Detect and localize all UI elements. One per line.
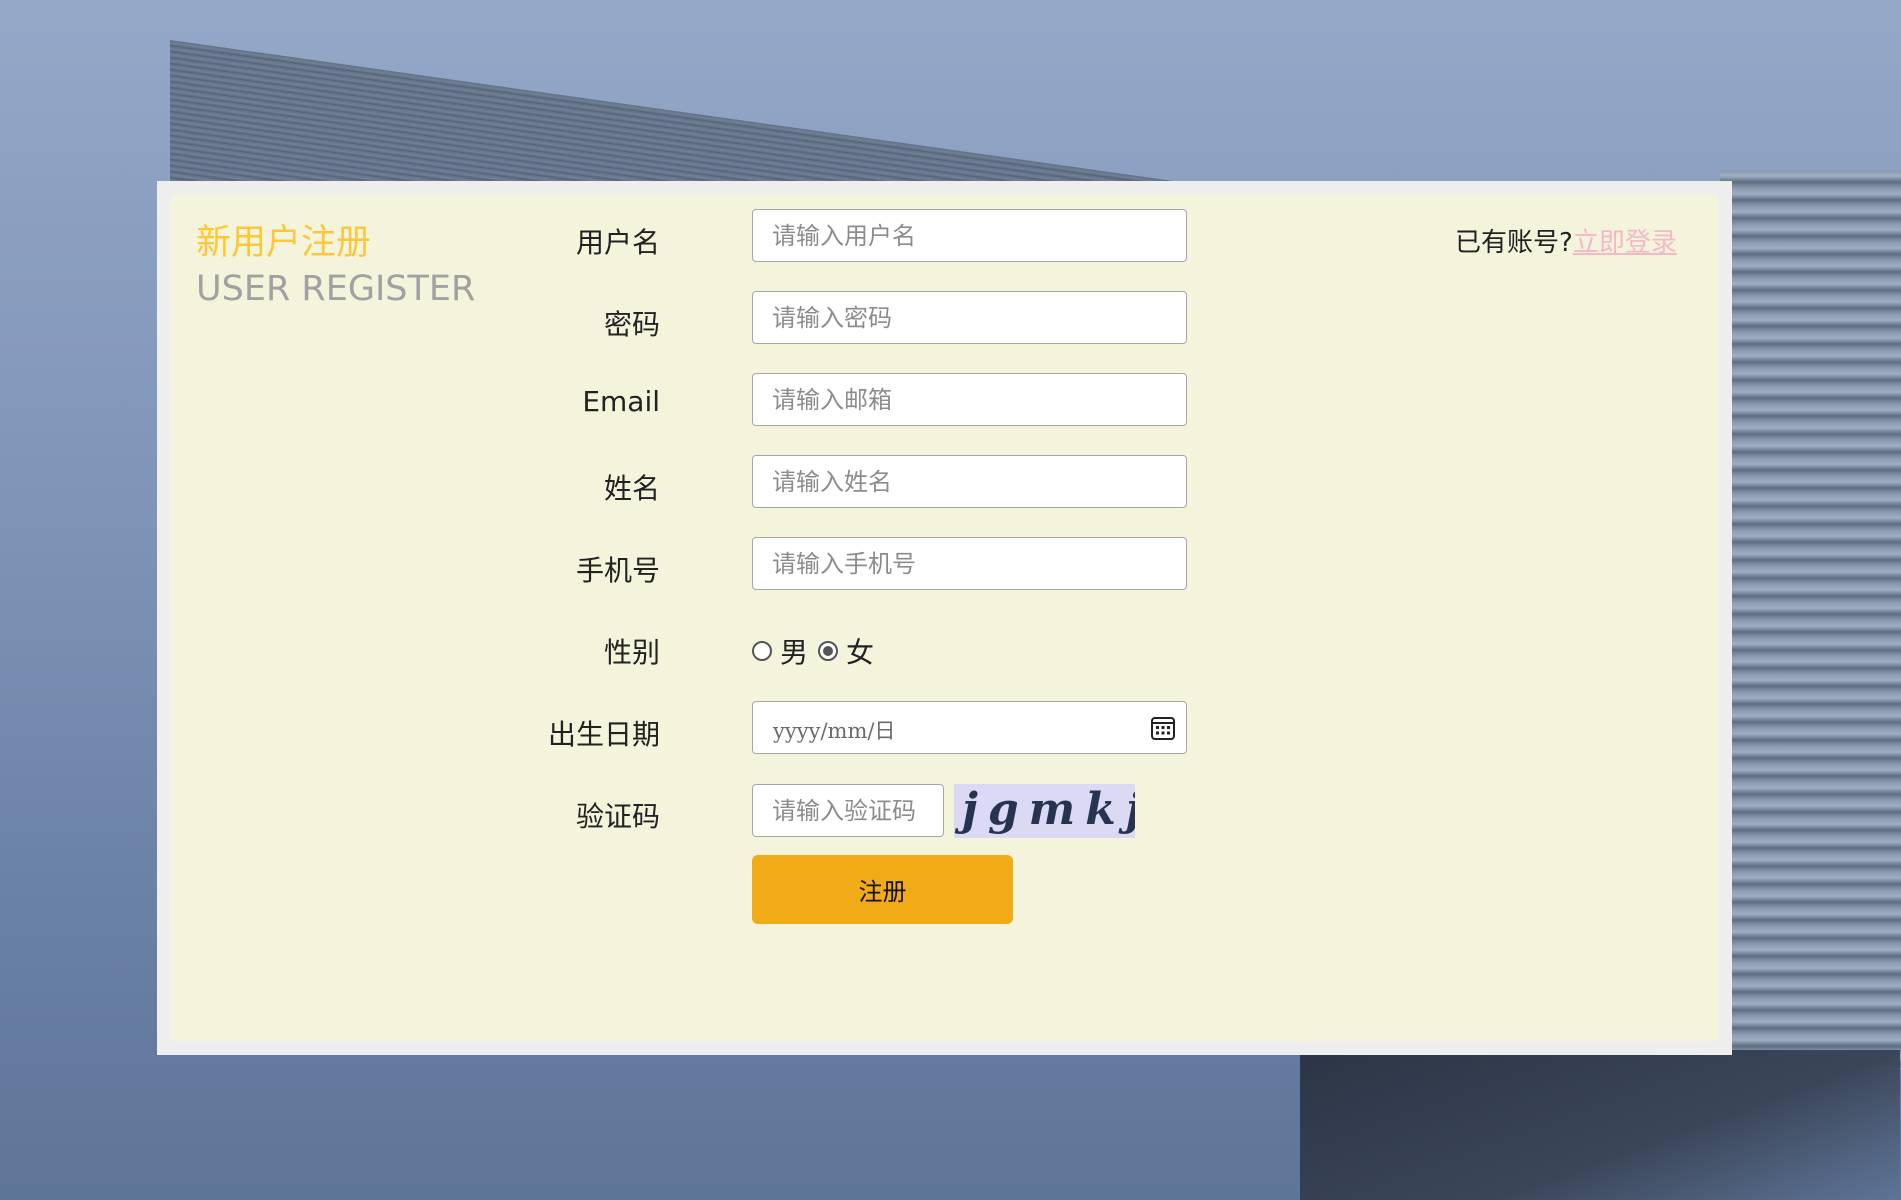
- birthday-placeholder: yyyy/mm/日: [773, 719, 896, 743]
- gender-radio-group: 男 女: [752, 631, 884, 671]
- email-input[interactable]: [752, 373, 1187, 426]
- password-label: 密码: [603, 308, 660, 341]
- captcha-image-text: jgmkj: [962, 784, 1135, 835]
- captcha-label: 验证码: [575, 800, 660, 833]
- login-prompt: 已有账号?立即登录: [1455, 222, 1693, 259]
- username-input[interactable]: [752, 209, 1187, 262]
- username-label: 用户名: [575, 226, 660, 259]
- login-prompt-text: 已有账号?: [1455, 228, 1573, 258]
- captcha-image[interactable]: jgmkj: [954, 784, 1135, 838]
- birthday-date-input[interactable]: yyyy/mm/日: [752, 701, 1187, 754]
- register-button[interactable]: 注册: [752, 855, 1013, 924]
- captcha-input[interactable]: [752, 784, 944, 837]
- dock-planks: [1720, 170, 1901, 1070]
- phone-label: 手机号: [575, 554, 660, 587]
- name-input[interactable]: [752, 455, 1187, 508]
- dock-shadow: [1300, 1050, 1900, 1200]
- birthday-label: 出生日期: [547, 718, 660, 751]
- gender-female-radio[interactable]: [818, 641, 839, 661]
- gender-male-label[interactable]: 男: [780, 631, 808, 671]
- phone-input[interactable]: [752, 537, 1187, 590]
- password-input[interactable]: [752, 291, 1187, 344]
- gender-label: 性别: [603, 636, 660, 669]
- gender-male-radio[interactable]: [752, 641, 772, 661]
- page-title: 新用户注册: [196, 223, 372, 263]
- email-label: Email: [582, 385, 660, 418]
- name-label: 姓名: [603, 472, 660, 505]
- calendar-icon[interactable]: [1150, 715, 1176, 741]
- login-link[interactable]: 立即登录: [1573, 228, 1677, 258]
- gender-female-label[interactable]: 女: [846, 631, 874, 671]
